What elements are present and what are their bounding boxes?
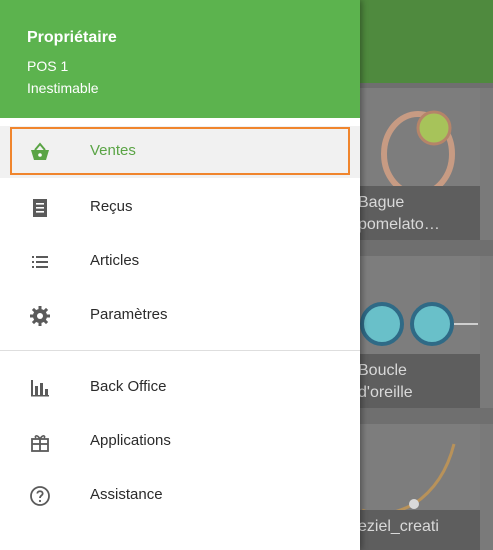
menu-divider	[0, 350, 360, 351]
store-name: Inestimable	[27, 80, 99, 96]
product-caption: eziel_creati	[344, 510, 480, 550]
list-icon	[28, 250, 52, 274]
bar-chart-icon	[28, 376, 52, 400]
product-tile[interactable]: Boucle d'oreille	[344, 256, 480, 408]
product-tile[interactable]: Bague pomelato…	[344, 88, 480, 240]
menu-item-label: Reçus	[90, 198, 133, 215]
owner-name: Propriétaire	[27, 29, 117, 46]
navigation-drawer: Propriétaire POS 1 Inestimable Ventes Re…	[0, 0, 360, 550]
receipt-icon	[28, 196, 52, 220]
menu-item-applications[interactable]: Applications	[0, 416, 360, 468]
menu-item-parametres[interactable]: Paramètres	[0, 290, 360, 342]
product-caption: Bague pomelato…	[344, 186, 480, 240]
product-caption: Boucle d'oreille	[344, 354, 480, 408]
selection-highlight	[10, 127, 350, 175]
product-tile[interactable]: eziel_creati	[344, 424, 480, 550]
product-tile-partial[interactable]	[480, 88, 493, 240]
menu-item-back-office[interactable]: Back Office	[0, 362, 360, 414]
drawer-header: Propriétaire POS 1 Inestimable	[0, 0, 360, 118]
menu-item-recus[interactable]: Reçus	[0, 182, 360, 234]
help-circle-icon	[28, 484, 52, 508]
menu-item-label: Paramètres	[90, 306, 168, 323]
pos-name: POS 1	[27, 58, 69, 74]
gift-icon	[28, 430, 52, 454]
menu-item-articles[interactable]: Articles	[0, 236, 360, 288]
menu-item-label: Articles	[90, 252, 140, 269]
menu-item-label: Assistance	[90, 486, 163, 503]
menu-item-label: Back Office	[90, 378, 167, 395]
gear-icon	[28, 304, 52, 328]
menu-item-label: Applications	[90, 432, 171, 449]
menu-item-assistance[interactable]: Assistance	[0, 470, 360, 522]
product-tile-partial[interactable]	[480, 256, 493, 408]
product-tile-partial[interactable]	[480, 424, 493, 550]
